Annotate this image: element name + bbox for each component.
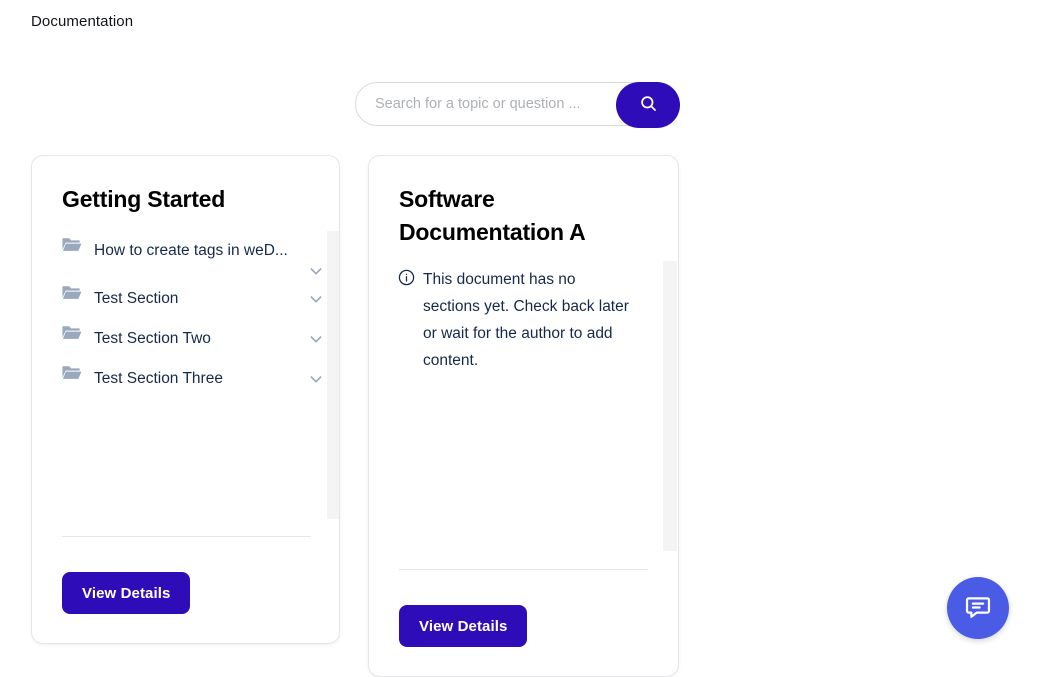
empty-state-message: This document has no sections yet. Check…	[398, 266, 636, 374]
list-item-label: How to create tags in weD...	[94, 242, 288, 259]
chevron-down-icon[interactable]	[308, 291, 324, 307]
chat-support-button[interactable]	[947, 577, 1009, 639]
list-item[interactable]: Test Section Two	[62, 319, 324, 359]
divider	[399, 569, 648, 570]
section-list: How to create tags in weD... Test Sectio…	[62, 231, 324, 399]
list-item[interactable]: Test Section	[62, 279, 324, 319]
list-item[interactable]: Test Section Three	[62, 359, 324, 399]
info-circle-icon	[398, 269, 415, 286]
scrollbar[interactable]	[327, 231, 339, 519]
search-button[interactable]	[616, 82, 680, 128]
list-item-label: Test Section	[94, 290, 179, 307]
chevron-down-icon[interactable]	[308, 331, 324, 347]
chevron-down-icon[interactable]	[308, 263, 324, 279]
search-icon	[639, 94, 658, 116]
view-details-button[interactable]: View Details	[399, 605, 528, 647]
page-title: Documentation	[31, 13, 134, 30]
folder-icon	[62, 236, 82, 253]
view-details-button[interactable]: View Details	[62, 572, 191, 614]
folder-icon	[62, 364, 82, 381]
divider	[62, 536, 311, 537]
documentation-card[interactable]: Getting Started How to create tags in we…	[31, 155, 340, 644]
chevron-down-icon[interactable]	[308, 371, 324, 387]
card-body: How to create tags in weD... Test Sectio…	[62, 231, 339, 521]
scrollbar[interactable]	[663, 261, 677, 551]
list-item-label: Test Section Two	[94, 330, 211, 347]
folder-icon	[62, 284, 82, 301]
search-bar	[355, 82, 680, 128]
list-item[interactable]: How to create tags in weD...	[62, 231, 324, 279]
chat-bubble-icon	[964, 593, 992, 624]
empty-state-text: This document has no sections yet. Check…	[423, 271, 629, 369]
folder-icon	[62, 324, 82, 341]
card-title: Getting Started	[62, 186, 226, 212]
search-input[interactable]	[375, 83, 625, 125]
list-item-label: Test Section Three	[94, 370, 223, 387]
documentation-card[interactable]: Software Documentation A This document h…	[368, 155, 679, 677]
card-title: Software Documentation A	[399, 186, 586, 245]
